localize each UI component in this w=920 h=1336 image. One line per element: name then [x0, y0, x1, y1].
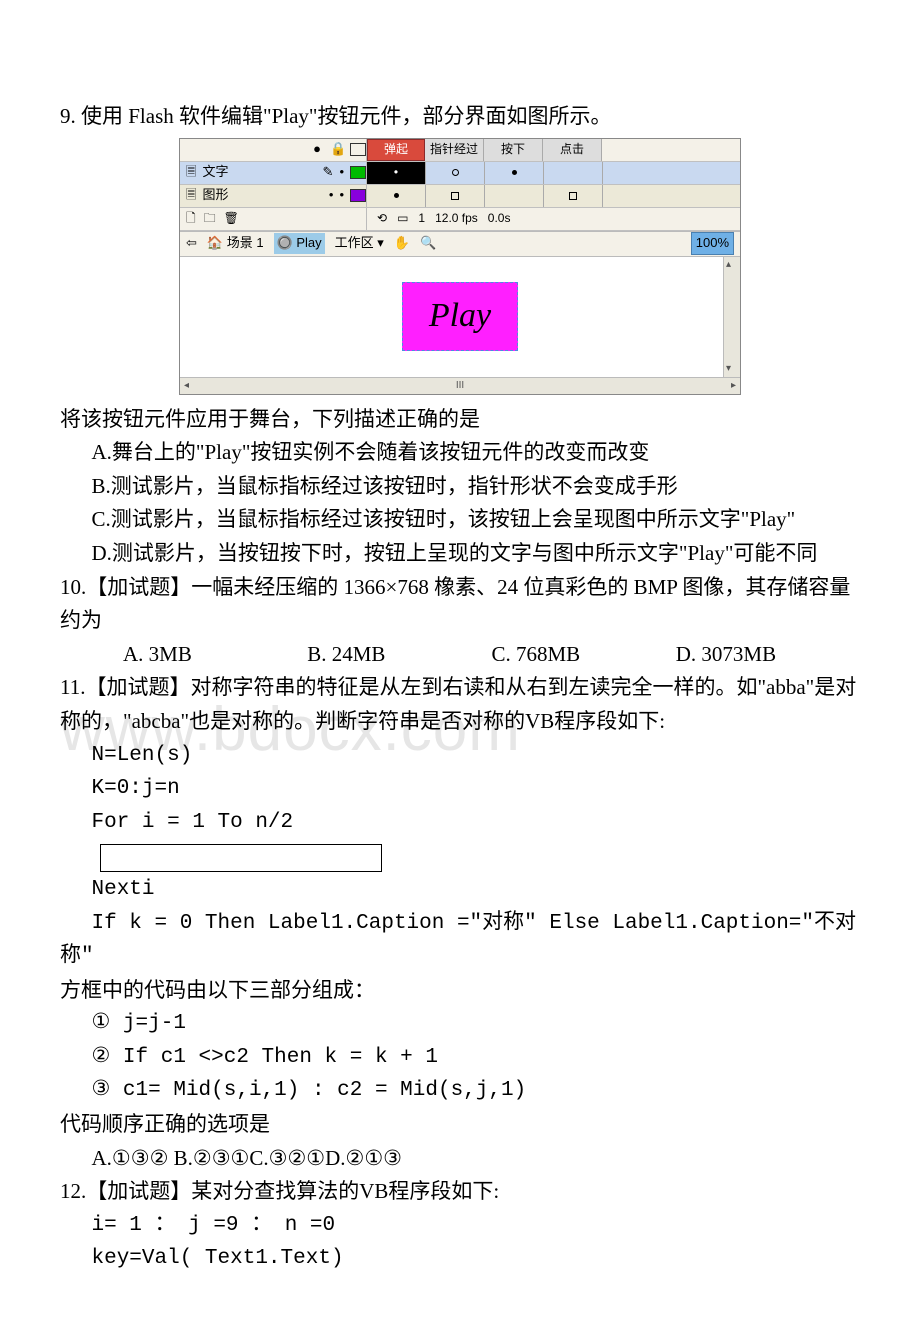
play-button-preview: Play [402, 282, 518, 350]
workarea-dropdown: 工作区 ▾ [335, 233, 384, 254]
q9-prompt: 9. 使用 Flash 软件编辑"Play"按钮元件，部分界面如图所示。 [60, 100, 860, 134]
frame-1-4 [544, 162, 603, 184]
q10-d: D. 3073MB [676, 638, 860, 672]
q11-code-4: Nexti [60, 873, 860, 907]
hand-icon: ✋ [394, 233, 410, 254]
layer-2-name: 图形 [202, 185, 322, 206]
new-layer-icon: 🗋 [186, 209, 196, 228]
layer-1-color [350, 166, 366, 179]
trash-icon: 🗑 [224, 209, 239, 228]
frame-1-1: • [367, 162, 426, 184]
code-blank-box [100, 844, 382, 872]
frame-2-4 [544, 185, 603, 207]
state-hit: 点击 [543, 139, 602, 161]
q9-opt-b: B.测试影片，当鼠标指标经过该按钮时，指针形状不会变成手形 [60, 470, 860, 504]
frame-1-2 [426, 162, 485, 184]
zoom-value: 100% [691, 232, 734, 255]
layer-2-color [350, 189, 366, 202]
symbol-link: 🔘 Play [274, 233, 325, 254]
marker-icon: ▭ [397, 209, 408, 228]
state-over: 指针经过 [425, 139, 484, 161]
q12-code-2: key=Val( Text1.Text) [60, 1242, 860, 1276]
q10-a: A. 3MB [123, 638, 307, 672]
q11-code-1: N=Len(s) [60, 739, 860, 773]
q9-opt-d: D.测试影片，当按钮按下时，按钮上呈现的文字与图中所示文字"Play"可能不同 [60, 537, 860, 571]
flash-screenshot: ● 🔒 弹起 指针经过 按下 点击 🗏 文字 ✎ [60, 138, 860, 395]
outline-icon [350, 143, 366, 156]
q10-prompt: 10.【加试题】一幅未经压缩的 1366×768 橡素、24 位真彩色的 BMP… [60, 571, 860, 638]
q10-b: B. 24MB [307, 638, 491, 672]
back-icon: ⇦ [186, 233, 197, 254]
lock-icon: 🔒 [330, 139, 344, 160]
frame-2-3 [485, 185, 544, 207]
q9-after: 将该按钮元件应用于舞台，下列描述正确的是 [60, 403, 860, 437]
frame-2-2 [426, 185, 485, 207]
eye-icon: ● [310, 139, 324, 160]
q9-opt-a: A.舞台上的"Play"按钮实例不会随着该按钮元件的改变而改变 [60, 436, 860, 470]
q11-part-2: ② If c1 <>c2 Then k = k + 1 [60, 1041, 860, 1075]
scrollbar-vertical [723, 257, 740, 377]
layer-1-name: 文字 [202, 162, 316, 183]
time: 0.0s [488, 209, 511, 228]
q11-code-2: K=0:j=n [60, 772, 860, 806]
q11-code-5: If k = 0 Then Label1.Caption ="对称" Else … [60, 907, 860, 974]
q11-opts: A.①③② B.②③①C.③②①D.②①③ [60, 1142, 860, 1176]
folder-icon: 🗀 [204, 209, 216, 228]
pencil-icon: ✎ [323, 162, 334, 183]
q12-code-1: i= 1 ： j =9 ： n =0 [60, 1209, 860, 1243]
q10-c: C. 768MB [492, 638, 676, 672]
layer-icon: 🗏 [186, 162, 196, 183]
q11-framing: 方框中的代码由以下三部分组成： [60, 974, 860, 1008]
q10-options: A. 3MB B. 24MB C. 768MB D. 3073MB [60, 638, 860, 672]
layer-icon-2: 🗏 [186, 185, 196, 206]
q11-order-q: 代码顺序正确的选项是 [60, 1108, 860, 1142]
q11-code-3: For i = 1 To n/2 [60, 806, 860, 840]
state-down: 按下 [484, 139, 543, 161]
q9-opt-c: C.测试影片，当鼠标指标经过该按钮时，该按钮上会呈现图中所示文字"Play" [60, 503, 860, 537]
frame-num: 1 [418, 209, 425, 228]
scene-link: 🏠 场景 1 [207, 233, 264, 254]
q11-part-3: ③ c1= Mid(s,i,1) : c2 = Mid(s,j,1) [60, 1074, 860, 1108]
fps: 12.0 fps [435, 209, 478, 228]
zoom-icon: 🔍 [420, 233, 436, 254]
q12-prompt: 12.【加试题】某对分查找算法的VB程序段如下: [60, 1175, 860, 1209]
frame-1-3 [485, 162, 544, 184]
q11-code-box-line [60, 839, 860, 873]
q11-prompt: 11.【加试题】对称字符串的特征是从左到右读和从右到左读完全一样的。如"abba… [60, 671, 860, 738]
scrollbar-horizontal: ◂III▸ [180, 377, 740, 394]
state-up: 弹起 [367, 139, 425, 161]
frame-2-1 [367, 185, 426, 207]
onion-icon: ⟲ [377, 209, 387, 228]
q11-part-1: ① j=j-1 [60, 1007, 860, 1041]
